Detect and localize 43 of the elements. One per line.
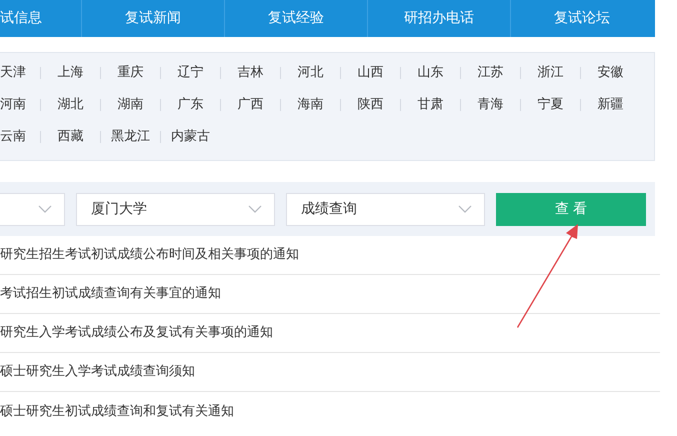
- province-link[interactable]: 青海: [461, 95, 520, 115]
- nav-tab[interactable]: 复试论坛: [510, 0, 653, 37]
- province-link[interactable]: 吉林: [221, 63, 280, 83]
- notice-link[interactable]: 硕士研究生初试成绩查询和复试有关通知: [0, 392, 660, 431]
- province-link[interactable]: 浙江: [521, 63, 580, 83]
- province-link[interactable]: 内蒙古: [161, 127, 220, 147]
- select-value: 成绩查询: [301, 200, 357, 218]
- province-link[interactable]: 重庆: [101, 63, 160, 83]
- province-link[interactable]: 陕西: [341, 95, 400, 115]
- province-link[interactable]: 海南: [281, 95, 340, 115]
- chevron-down-icon: [458, 205, 472, 213]
- chevron-down-icon: [248, 205, 262, 213]
- chevron-down-icon: [38, 205, 52, 213]
- notice-link[interactable]: 研究生入学考试成绩公布及复试有关事项的通知: [0, 314, 660, 353]
- province-link[interactable]: 湖北: [41, 95, 100, 115]
- province-link[interactable]: 云南: [0, 127, 40, 147]
- dropdown-select[interactable]: 厦门大学: [76, 192, 275, 226]
- province-link[interactable]: 河南: [0, 95, 40, 115]
- province-link[interactable]: 天津: [0, 63, 40, 83]
- nav-tab[interactable]: 复试新闻: [81, 0, 224, 37]
- notice-link[interactable]: 考试招生初试成绩查询有关事宜的通知: [0, 275, 660, 314]
- province-link[interactable]: 湖南: [101, 95, 160, 115]
- province-link[interactable]: 甘肃: [401, 95, 460, 115]
- province-link[interactable]: 西藏: [41, 127, 100, 147]
- province-link[interactable]: 新疆: [581, 95, 640, 115]
- province-link[interactable]: 河北: [281, 63, 340, 83]
- province-link[interactable]: 广西: [221, 95, 280, 115]
- notice-link[interactable]: 硕士研究生入学考试成绩查询须知: [0, 353, 660, 392]
- dropdown-select[interactable]: 成绩查询: [286, 192, 485, 226]
- province-link[interactable]: 安徽: [581, 63, 640, 83]
- province-link[interactable]: 辽宁: [161, 63, 220, 83]
- province-link[interactable]: 山东: [401, 63, 460, 83]
- province-link[interactable]: 江苏: [461, 63, 520, 83]
- province-link[interactable]: 上海: [41, 63, 100, 83]
- select-value: 厦门大学: [91, 200, 147, 218]
- dropdown-select[interactable]: [0, 192, 65, 226]
- nav-tab[interactable]: 复试经验: [224, 0, 367, 37]
- province-link[interactable]: 宁夏: [521, 95, 580, 115]
- nav-tab[interactable]: 试信息: [0, 0, 81, 37]
- province-link[interactable]: 广东: [161, 95, 220, 115]
- nav-tab[interactable]: 研招办电话: [367, 0, 510, 37]
- province-link[interactable]: 山西: [341, 63, 400, 83]
- province-link[interactable]: 黑龙江: [101, 127, 160, 147]
